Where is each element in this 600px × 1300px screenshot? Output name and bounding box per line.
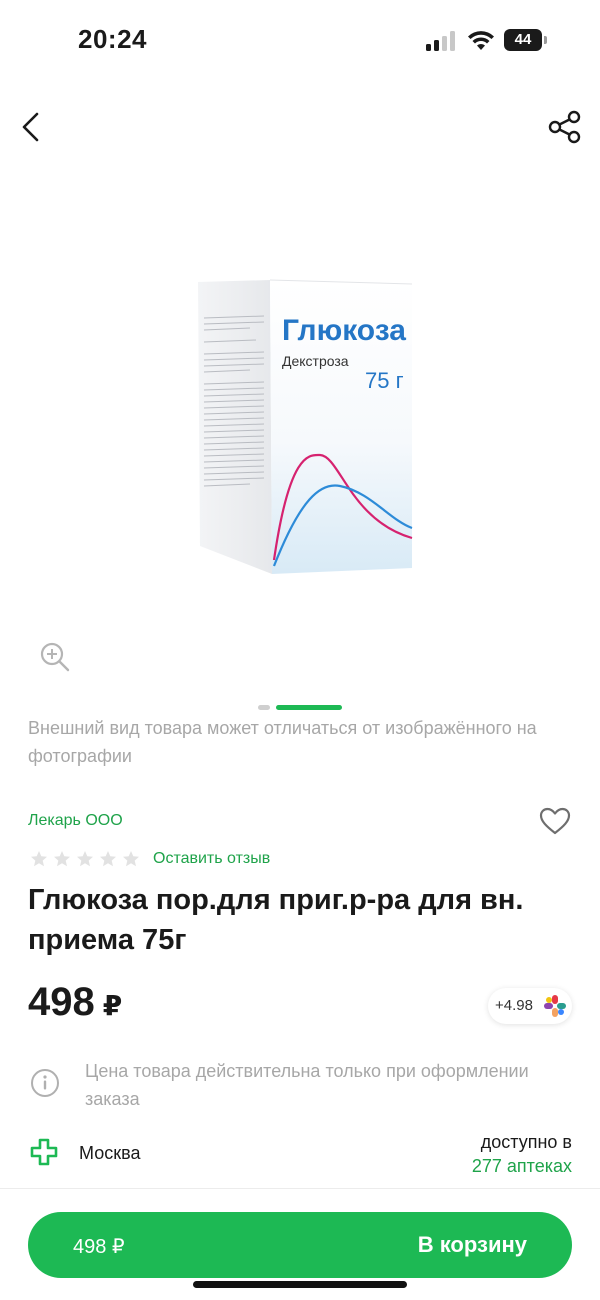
availability-label: доступно в — [480, 1132, 572, 1152]
battery-tip — [544, 36, 547, 44]
product-title: Глюкоза пор.для приг.р-ра для вн. приема… — [28, 884, 524, 956]
divider — [0, 1188, 600, 1189]
chevron-left-icon[interactable] — [14, 108, 52, 146]
battery-icon: 44 — [504, 29, 548, 51]
pager-dot[interactable] — [258, 705, 270, 710]
bonus-flower-icon — [544, 995, 566, 1017]
add-to-cart-button[interactable]: 498 ₽ В корзину — [28, 1212, 572, 1278]
seller-link[interactable]: Лекарь ООО — [28, 812, 123, 830]
city-selector[interactable]: Москва — [79, 1143, 140, 1164]
cart-button-price: 498 ₽ — [73, 1236, 125, 1258]
pharmacy-cross-icon — [30, 1138, 58, 1166]
rating-stars — [30, 850, 140, 868]
box-title: Глюкоза — [282, 314, 406, 347]
pharmacy-count-link[interactable]: 277 аптеках — [472, 1156, 572, 1177]
box-dose: 75 г — [365, 368, 404, 393]
leave-review-link[interactable]: Оставить отзыв — [153, 850, 270, 868]
star-icon — [31, 851, 47, 867]
price-value: 498 — [28, 980, 95, 1024]
star-icon — [54, 851, 70, 867]
star-icon — [77, 851, 93, 867]
share-icon[interactable] — [546, 108, 584, 146]
info-icon — [31, 1069, 59, 1097]
cart-button-label: В корзину — [417, 1232, 527, 1257]
cellular-signal-icon — [426, 31, 455, 51]
pager-dot-active[interactable] — [276, 705, 342, 710]
star-icon — [100, 851, 116, 867]
star-icon — [123, 851, 139, 867]
home-indicator — [193, 1281, 407, 1288]
product-price: 498 ₽ — [28, 980, 122, 1025]
price-currency: ₽ — [102, 990, 123, 1021]
heart-outline-icon[interactable] — [538, 805, 572, 837]
battery-level: 44 — [504, 29, 542, 51]
bonus-badge[interactable]: +4.98 — [488, 988, 572, 1024]
product-image[interactable]: Глюкоза Декстроза 75 г — [190, 270, 420, 580]
box-subtitle: Декстроза — [282, 353, 349, 369]
wifi-icon — [468, 31, 494, 50]
status-bar: 20:24 44 — [0, 0, 600, 82]
status-time: 20:24 — [78, 24, 147, 54]
bonus-value: +4.98 — [495, 997, 533, 1014]
image-disclaimer: Внешний вид товара может отличаться от и… — [28, 718, 537, 766]
price-note: Цена товара действительна только при офо… — [85, 1061, 529, 1109]
zoom-in-icon[interactable] — [38, 640, 72, 674]
